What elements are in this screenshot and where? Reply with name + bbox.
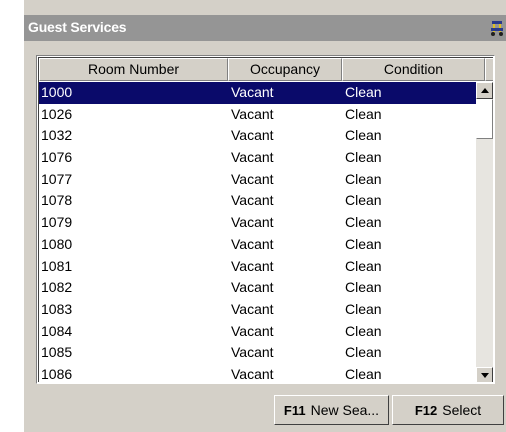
new-search-key: F11: [283, 403, 306, 418]
table-body: 1000 Vacant Clean 1026 Vacant Clean 1032 Vacant…: [39, 82, 482, 382]
arrow-up-icon: [481, 88, 489, 93]
table-row[interactable]: 1081 Vacant Clean: [39, 256, 482, 278]
table-row[interactable]: 1083 Vacant Clean: [39, 299, 482, 321]
table-row[interactable]: 1076 Vacant Clean: [39, 147, 482, 169]
cell-condition: Clean: [345, 235, 382, 252]
cell-occupancy: Vacant: [231, 214, 274, 231]
cell-condition: Clean: [345, 170, 382, 187]
cell-occupancy: Vacant: [231, 257, 274, 274]
bellhop-cart-icon: [491, 21, 503, 36]
cell-condition: Clean: [345, 322, 382, 339]
window-title: Guest Services: [28, 19, 127, 35]
cell-condition: Clean: [345, 257, 382, 274]
cell-room-number: 1000: [41, 84, 73, 100]
cell-room-number: 1081: [41, 257, 73, 274]
cell-condition: Clean: [345, 127, 382, 144]
guest-services-window: Guest Services Room Number Occupancy Con…: [24, 0, 506, 432]
cell-condition: Clean: [345, 149, 382, 166]
cell-occupancy: Vacant: [231, 127, 274, 144]
cell-room-number: 1076: [41, 149, 73, 166]
table-row[interactable]: 1032 Vacant Clean: [39, 125, 482, 147]
cell-room-number: 1084: [41, 322, 73, 339]
cell-condition: Clean: [345, 84, 382, 100]
vertical-scrollbar[interactable]: [476, 82, 493, 382]
table-header: Room Number Occupancy Condition: [39, 58, 493, 81]
cell-occupancy: Vacant: [231, 344, 274, 361]
scroll-thumb[interactable]: [476, 99, 493, 139]
cell-condition: Clean: [345, 279, 382, 296]
table-row[interactable]: 1079 Vacant Clean: [39, 212, 482, 234]
select-button[interactable]: F12 Select: [392, 395, 504, 425]
cell-room-number: 1026: [41, 105, 73, 122]
new-search-button[interactable]: F11 New Sea...: [274, 395, 389, 425]
table-row[interactable]: 1082 Vacant Clean: [39, 277, 482, 299]
scroll-down-button[interactable]: [476, 367, 493, 382]
table-row[interactable]: 1085 Vacant Clean: [39, 342, 482, 364]
cell-occupancy: Vacant: [231, 322, 274, 339]
rooms-table: Room Number Occupancy Condition 1000 Vaca…: [36, 55, 495, 384]
title-bar: Guest Services: [24, 15, 506, 41]
cell-condition: Clean: [345, 365, 382, 382]
scroll-up-button[interactable]: [476, 82, 493, 99]
table-row[interactable]: 1026 Vacant Clean: [39, 104, 482, 126]
cell-room-number: 1082: [41, 279, 73, 296]
cell-room-number: 1032: [41, 127, 73, 144]
cell-room-number: 1083: [41, 300, 73, 317]
cell-room-number: 1079: [41, 214, 73, 231]
cell-condition: Clean: [345, 300, 382, 317]
table-row[interactable]: 1000 Vacant Clean: [39, 82, 482, 104]
cell-occupancy: Vacant: [231, 84, 274, 100]
cell-occupancy: Vacant: [231, 149, 274, 166]
cell-room-number: 1085: [41, 344, 73, 361]
cell-room-number: 1080: [41, 235, 73, 252]
cell-condition: Clean: [345, 214, 382, 231]
cell-condition: Clean: [345, 344, 382, 361]
select-key: F12: [414, 403, 438, 418]
cell-occupancy: Vacant: [231, 300, 274, 317]
table-row[interactable]: 1086 Vacant Clean: [39, 364, 482, 382]
cell-occupancy: Vacant: [231, 170, 274, 187]
cell-room-number: 1077: [41, 170, 73, 187]
table-row[interactable]: 1084 Vacant Clean: [39, 321, 482, 343]
cell-occupancy: Vacant: [231, 192, 274, 209]
column-header-condition[interactable]: Condition: [342, 58, 485, 81]
arrow-down-icon: [481, 373, 489, 378]
cell-occupancy: Vacant: [231, 105, 274, 122]
table-row[interactable]: 1077 Vacant Clean: [39, 169, 482, 191]
table-row[interactable]: 1080 Vacant Clean: [39, 234, 482, 256]
table-row[interactable]: 1078 Vacant Clean: [39, 190, 482, 212]
column-header-occupancy[interactable]: Occupancy: [228, 58, 342, 81]
cell-room-number: 1078: [41, 192, 73, 209]
cell-occupancy: Vacant: [231, 365, 274, 382]
new-search-label: New Sea...: [310, 402, 380, 418]
cell-condition: Clean: [345, 192, 382, 209]
cell-condition: Clean: [345, 105, 382, 122]
cell-occupancy: Vacant: [231, 235, 274, 252]
header-filler: [485, 58, 493, 81]
column-header-room-number[interactable]: Room Number: [39, 58, 228, 81]
select-label: Select: [442, 402, 482, 418]
cell-room-number: 1086: [41, 365, 73, 382]
cell-occupancy: Vacant: [231, 279, 274, 296]
